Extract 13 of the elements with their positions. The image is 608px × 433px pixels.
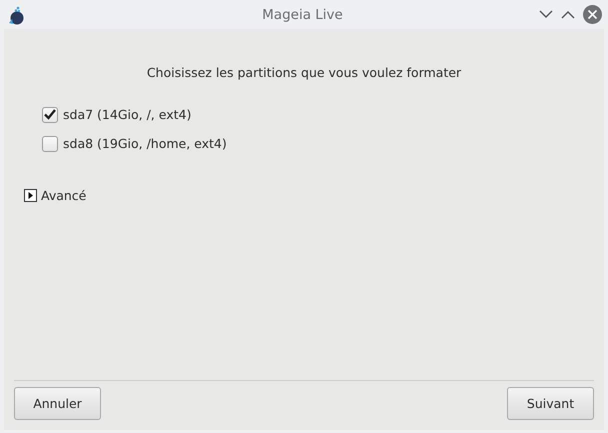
checkbox-label[interactable]: sda7 (14Gio, /, ext4) <box>63 107 192 122</box>
expander-label[interactable]: Avancé <box>41 188 86 203</box>
maximize-icon[interactable] <box>561 10 575 19</box>
checkbox-label[interactable]: sda8 (19Gio, /home, ext4) <box>63 136 227 151</box>
heading: Choisissez les partitions que vous voulez formater <box>146 65 462 80</box>
minimize-icon[interactable] <box>539 10 553 19</box>
app-logo-icon <box>8 4 26 24</box>
checkbox[interactable] <box>42 106 58 122</box>
cancel-button[interactable]: Annuler <box>14 387 101 420</box>
next-button[interactable]: Suivant <box>507 387 594 420</box>
window-title: Mageia Live <box>261 6 344 22</box>
close-icon[interactable] <box>583 5 602 24</box>
checkbox[interactable] <box>42 136 58 152</box>
